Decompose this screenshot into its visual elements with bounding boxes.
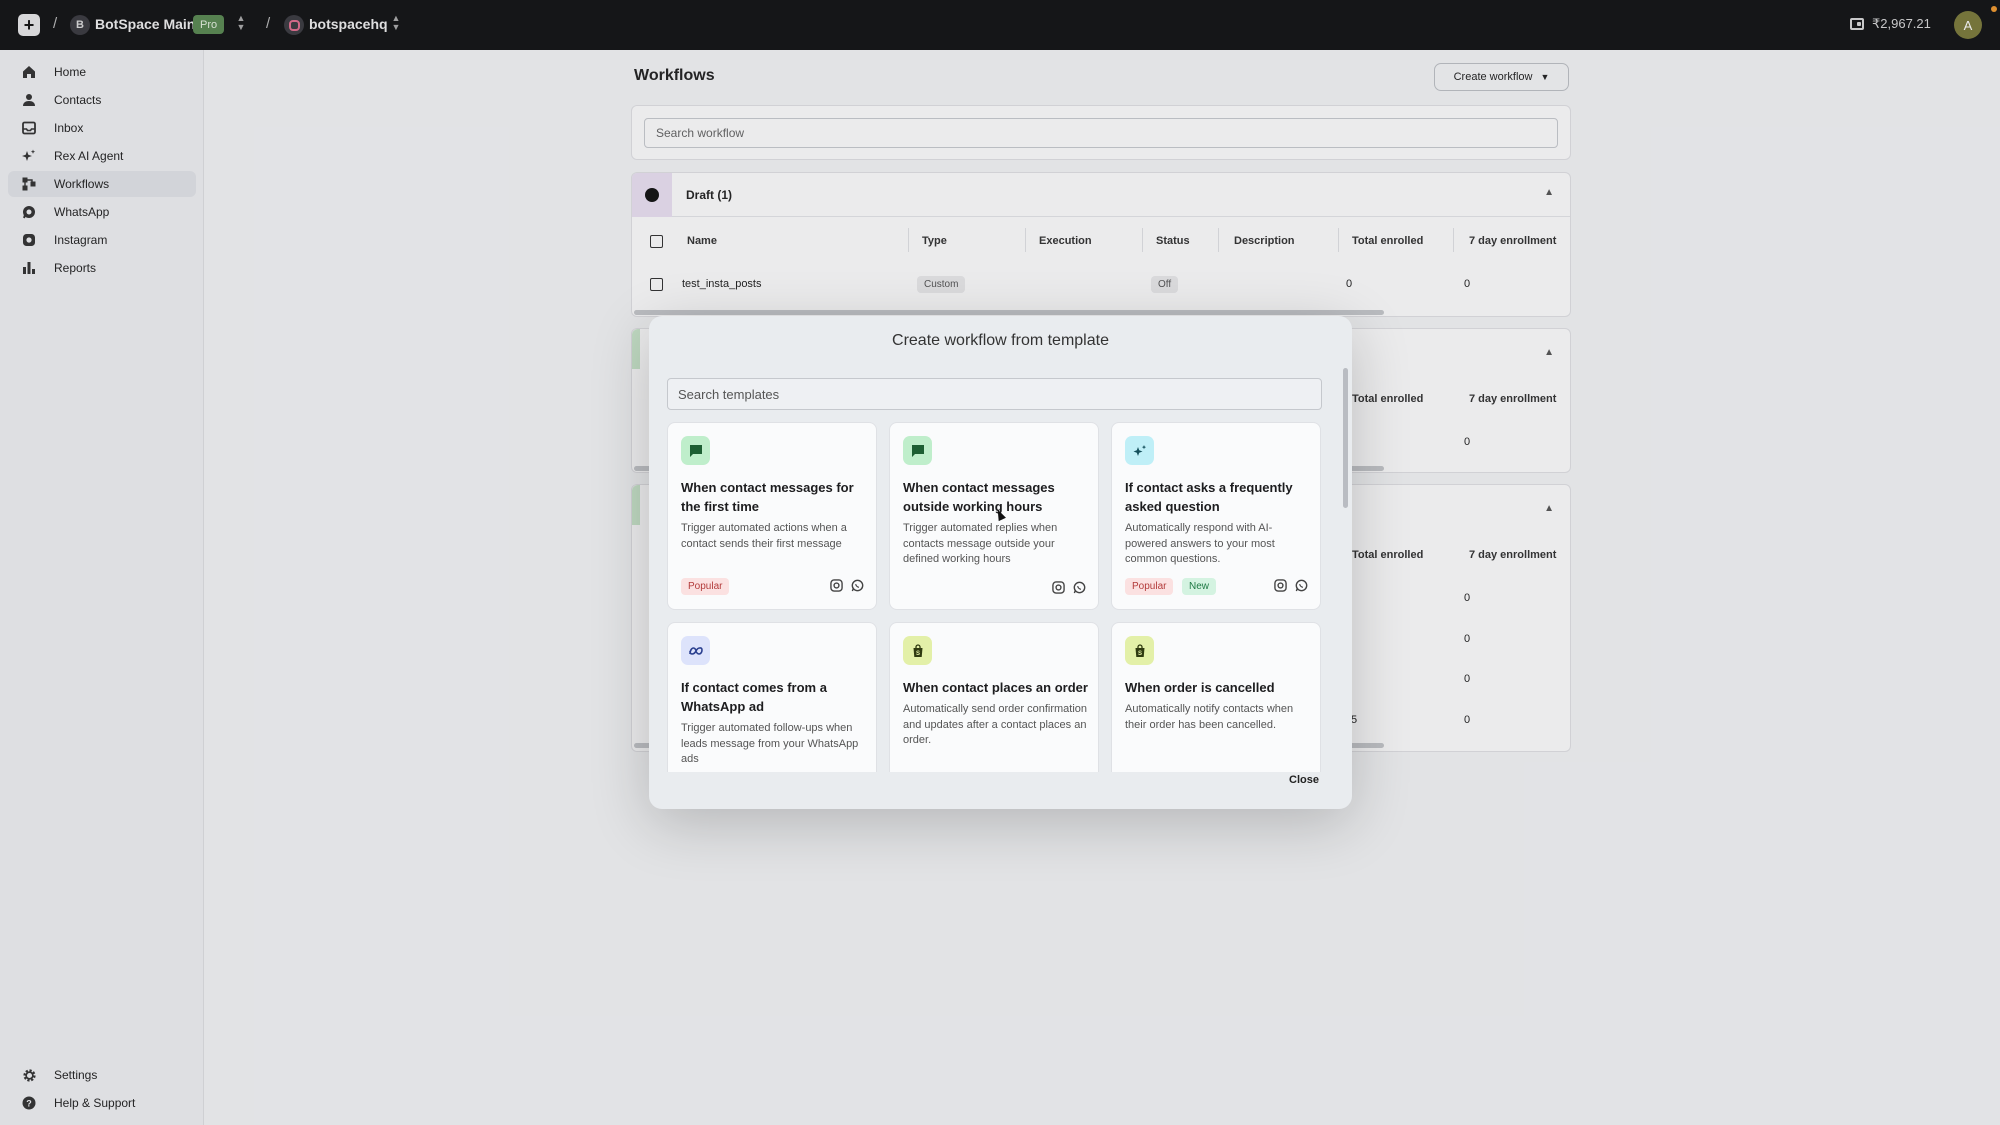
modal-title: Create workflow from template [892,332,1109,349]
meta-icon [681,636,710,665]
shopify-bag-icon: S [903,636,932,665]
whatsapp-icon [1072,580,1086,594]
instagram-icon [829,578,843,592]
template-card[interactable]: If contact asks a frequently asked quest… [1111,422,1321,610]
template-grid: When contact messages for the first time… [667,422,1327,772]
template-card[interactable]: S When order is cancelled Automatically … [1111,622,1321,772]
template-title: When order is cancelled [1125,680,1275,695]
popular-tag: Popular [1125,578,1174,595]
template-card[interactable]: If contact comes from a WhatsApp ad Trig… [667,622,877,772]
chat-icon [903,436,932,465]
instagram-icon [1051,580,1065,594]
template-card[interactable]: S When contact places an order Automatic… [889,622,1099,772]
shopify-bag-icon: S [1125,636,1154,665]
template-title: If contact asks a frequently asked quest… [1125,480,1293,514]
template-description: Automatically respond with AI-powered an… [1125,522,1275,565]
template-description: Trigger automated replies when contacts … [903,522,1058,565]
svg-text:S: S [1137,651,1141,657]
vertical-scrollbar[interactable] [1343,368,1348,508]
instagram-icon [1273,578,1287,592]
template-description: Automatically send order confirmation an… [903,703,1088,746]
close-button[interactable]: Close [1289,774,1319,786]
template-title: If contact comes from a WhatsApp ad [681,680,827,714]
template-card[interactable]: When contact messages for the first time… [667,422,877,610]
template-title: When contact places an order [903,680,1088,695]
template-modal: Create workflow from template When conta… [649,316,1352,809]
whatsapp-icon [850,578,864,592]
new-tag: New [1182,578,1217,595]
popular-tag: Popular [681,578,730,595]
chat-icon [681,436,710,465]
template-card[interactable]: When contact messages outside working ho… [889,422,1099,610]
whatsapp-icon [1294,578,1308,592]
sparkle-icon [1125,436,1154,465]
template-search-input[interactable] [667,378,1322,410]
template-description: Trigger automated actions when a contact… [681,522,847,550]
template-title: When contact messages for the first time [681,480,854,514]
template-description: Trigger automated follow-ups when leads … [681,722,859,765]
svg-text:S: S [915,651,919,657]
template-description: Automatically notify contacts when their… [1125,703,1294,731]
